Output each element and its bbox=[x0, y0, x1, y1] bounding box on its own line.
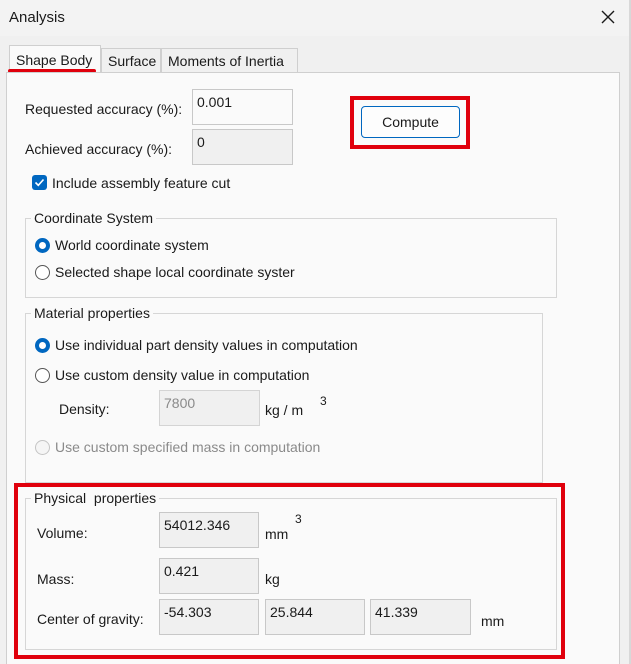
density-label: Density: bbox=[59, 401, 110, 417]
achieved-accuracy-field: 0 bbox=[192, 129, 293, 165]
coordinate-system-group bbox=[25, 218, 557, 298]
custom-mass-radio bbox=[35, 440, 50, 455]
include-cut-checkbox[interactable] bbox=[32, 175, 47, 190]
volume-unit: mm bbox=[265, 526, 289, 542]
individual-density-radio[interactable] bbox=[35, 338, 50, 353]
center-of-gravity-label: Center of gravity: bbox=[37, 611, 144, 627]
physical-properties-title: Physical properties bbox=[31, 490, 160, 506]
world-coordinate-label: World coordinate system bbox=[55, 237, 209, 253]
volume-field: 54012.346 bbox=[159, 512, 259, 548]
volume-label: Volume: bbox=[37, 525, 88, 541]
world-coordinate-radio[interactable] bbox=[35, 238, 50, 253]
custom-density-label: Use custom density value in computation bbox=[55, 367, 310, 383]
tab-surface[interactable]: Surface bbox=[101, 48, 161, 72]
custom-density-radio[interactable] bbox=[35, 368, 50, 383]
custom-mass-label: Use custom specified mass in computation bbox=[55, 439, 321, 455]
local-coordinate-label: Selected shape local coordinate syster bbox=[55, 264, 295, 280]
requested-accuracy-field[interactable]: 0.001 bbox=[192, 89, 293, 125]
mass-field: 0.421 bbox=[159, 558, 259, 594]
cog-x-field: -54.303 bbox=[159, 599, 259, 635]
mass-label: Mass: bbox=[37, 571, 75, 587]
cog-unit: mm bbox=[481, 613, 505, 629]
density-field[interactable]: 7800 bbox=[159, 390, 260, 426]
local-coordinate-radio[interactable] bbox=[35, 265, 50, 280]
volume-unit-exponent: 3 bbox=[295, 512, 302, 526]
density-unit: kg / m bbox=[265, 402, 304, 418]
mass-unit: kg bbox=[265, 571, 280, 587]
cog-y-field: 25.844 bbox=[265, 599, 365, 635]
individual-density-label: Use individual part density values in co… bbox=[55, 337, 358, 353]
close-icon[interactable] bbox=[599, 8, 617, 26]
requested-accuracy-label: Requested accuracy (%): bbox=[25, 101, 183, 117]
window-title: Analysis bbox=[9, 9, 65, 26]
coordinate-system-title: Coordinate System bbox=[31, 210, 157, 226]
include-cut-label: Include assembly feature cut bbox=[52, 175, 231, 191]
tab-moments-of-inertia[interactable]: Moments of Inertia bbox=[161, 48, 298, 72]
density-unit-exponent: 3 bbox=[320, 394, 327, 408]
compute-button[interactable]: Compute bbox=[361, 106, 460, 138]
achieved-accuracy-label: Achieved accuracy (%): bbox=[25, 141, 173, 157]
cog-z-field: 41.339 bbox=[370, 599, 471, 635]
checkmark-icon bbox=[34, 178, 45, 187]
title-bar: Analysis bbox=[0, 0, 631, 36]
material-properties-title: Material properties bbox=[31, 305, 153, 321]
